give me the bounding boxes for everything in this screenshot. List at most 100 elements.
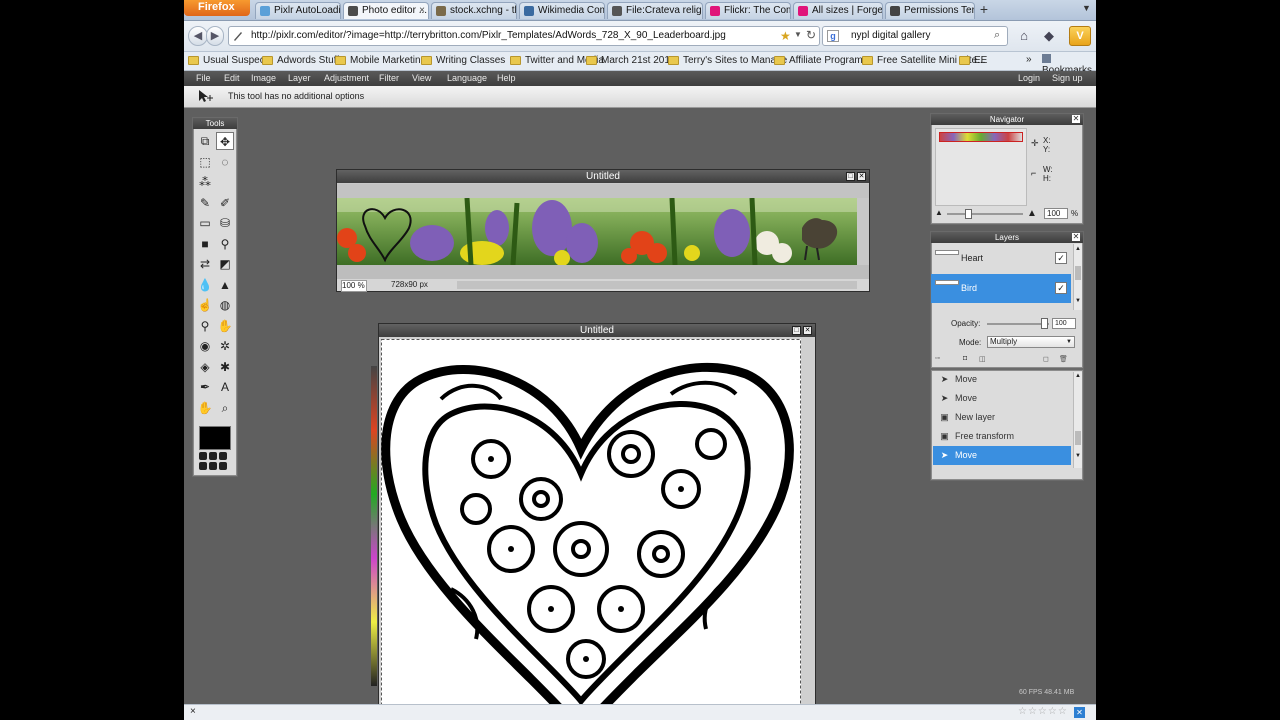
- google-search-engine-icon[interactable]: g: [827, 30, 839, 42]
- zoom-slider-track[interactable]: [947, 213, 1023, 215]
- login-link[interactable]: Login: [1018, 72, 1040, 85]
- pencil-tool-icon[interactable]: ✎: [196, 194, 214, 212]
- bookmark-star-icon[interactable]: ★: [780, 29, 791, 43]
- menu-item[interactable]: File: [196, 72, 211, 85]
- addon-status-icon[interactable]: ✕: [1074, 707, 1085, 718]
- bookmark-folder[interactable]: EE: [959, 54, 987, 68]
- bookmarks-overflow-icon[interactable]: »: [1026, 54, 1032, 65]
- close-icon[interactable]: ✕: [803, 326, 812, 335]
- new-tab-button[interactable]: +: [976, 2, 992, 18]
- navigator-preview[interactable]: [935, 128, 1027, 206]
- spot-heal-icon[interactable]: ✲: [216, 337, 234, 355]
- scroll-down-icon[interactable]: ▼: [1074, 453, 1082, 459]
- zoom-field[interactable]: 100 %: [341, 280, 367, 292]
- sharpen-tool-icon[interactable]: ▲: [216, 276, 234, 294]
- heart-image[interactable]: [381, 339, 801, 719]
- history-item[interactable]: ➤ Move: [933, 446, 1071, 465]
- close-icon[interactable]: ✕: [1072, 115, 1080, 123]
- blend-mode-select[interactable]: Multiply ▼: [987, 336, 1075, 348]
- color-picker-icon[interactable]: ✒: [196, 378, 214, 396]
- browser-tab[interactable]: Pixlr AutoLoadin...: [255, 2, 341, 19]
- preset-dot[interactable]: [209, 462, 217, 470]
- scroll-up-icon[interactable]: ▲: [1074, 246, 1082, 252]
- home-icon[interactable]: ⌂: [1014, 26, 1034, 46]
- close-icon[interactable]: ✕: [1072, 233, 1080, 241]
- blank-tool-slot[interactable]: [216, 173, 234, 191]
- opacity-slider-thumb[interactable]: [1040, 318, 1048, 329]
- layer-settings-icon[interactable]: ▫▫: [935, 355, 940, 362]
- new-layer-icon[interactable]: ◻: [1043, 355, 1049, 363]
- search-input[interactable]: nypl digital gallery: [822, 26, 1008, 46]
- scroll-thumb[interactable]: [1075, 431, 1081, 445]
- lasso-tool-icon[interactable]: ◌: [216, 153, 234, 171]
- bookmark-folder[interactable]: Terry's Sites to Manage: [668, 54, 787, 68]
- heart-document-window[interactable]: Untitled □ ✕: [371, 323, 816, 720]
- heart-window-titlebar[interactable]: Untitled □ ✕: [379, 324, 815, 337]
- paint-bucket-icon[interactable]: ⛁: [216, 214, 234, 232]
- opacity-slider-track[interactable]: [987, 323, 1049, 325]
- sponge-tool-icon[interactable]: ◍: [216, 296, 234, 314]
- zoom-slider-thumb[interactable]: [965, 209, 972, 219]
- bookmark-folder[interactable]: Adwords Stuff: [262, 54, 339, 68]
- close-tab-icon[interactable]: ×: [419, 3, 425, 18]
- pinch-tool-icon[interactable]: ✱: [216, 358, 234, 376]
- history-item[interactable]: ➤ Move: [933, 389, 1071, 408]
- brush-tool-icon[interactable]: ✐: [216, 194, 234, 212]
- tab-list-dropdown-icon[interactable]: ▼: [1082, 3, 1091, 13]
- zoom-in-icon[interactable]: ▲: [1027, 208, 1037, 219]
- scroll-down-icon[interactable]: ▼: [1074, 298, 1082, 304]
- back-button[interactable]: ◀: [188, 26, 208, 46]
- color-swatch[interactable]: [199, 426, 231, 450]
- layer-mask-icon[interactable]: ◘: [963, 355, 967, 362]
- eraser-tool-icon[interactable]: ▭: [196, 214, 214, 232]
- browser-tab[interactable]: All sizes | Forget ...: [793, 2, 883, 19]
- menu-item[interactable]: Edit: [224, 72, 240, 85]
- layer-row[interactable]: Bird ✓: [931, 274, 1071, 303]
- rating-stars[interactable]: ☆☆☆☆☆: [1018, 706, 1068, 717]
- layer-style-icon[interactable]: ◫: [979, 355, 986, 363]
- browser-tab[interactable]: Permissions Ter...: [885, 2, 975, 19]
- zoom-input[interactable]: 100: [1044, 208, 1068, 219]
- bloat-tool-icon[interactable]: ◈: [196, 358, 214, 376]
- close-findbar-icon[interactable]: ×: [190, 706, 196, 717]
- smudge-tool-icon[interactable]: ☝: [196, 296, 214, 314]
- menu-item[interactable]: Adjustment: [324, 72, 369, 85]
- url-dropdown-icon[interactable]: ▼: [794, 30, 802, 39]
- marquee-tool-icon[interactable]: ⬚: [196, 153, 214, 171]
- preset-dot[interactable]: [219, 462, 227, 470]
- forward-button[interactable]: ▶: [206, 26, 224, 46]
- history-item[interactable]: ▣ Free transform: [933, 427, 1071, 446]
- menu-item[interactable]: Help: [497, 72, 516, 85]
- menu-item[interactable]: Image: [251, 72, 276, 85]
- crop-tool-icon[interactable]: ⧉: [196, 132, 214, 150]
- banner-image[interactable]: [337, 198, 857, 265]
- scroll-up-icon[interactable]: ▲: [1074, 373, 1082, 379]
- dodge-tool-icon[interactable]: ⚲: [196, 317, 214, 335]
- close-icon[interactable]: ✕: [857, 172, 866, 181]
- banner-window-titlebar[interactable]: Untitled □ ✕: [337, 170, 869, 183]
- layer-visibility-checkbox[interactable]: ✓: [1055, 252, 1067, 264]
- bookmark-folder[interactable]: Mobile Marketing: [335, 54, 426, 68]
- history-item[interactable]: ➤ Move: [933, 370, 1071, 389]
- browser-tab[interactable]: Flickr: The Com...: [705, 2, 791, 19]
- blur-tool-icon[interactable]: 💧: [196, 276, 214, 294]
- search-icon[interactable]: ⌕: [994, 29, 1000, 42]
- browser-tab[interactable]: Wikimedia Com...: [519, 2, 605, 19]
- burn-tool-icon[interactable]: ✋: [216, 317, 234, 335]
- red-eye-tool-icon[interactable]: ◉: [196, 337, 214, 355]
- bookmark-folder[interactable]: Affiliate Programs: [774, 54, 868, 68]
- layer-row[interactable]: Heart ✓: [931, 244, 1071, 273]
- browser-tab[interactable]: File:Crateva religi...: [607, 2, 703, 19]
- maximize-icon[interactable]: □: [846, 172, 855, 181]
- clone-stamp-icon[interactable]: ⚲: [216, 235, 234, 253]
- maximize-icon[interactable]: □: [792, 326, 801, 335]
- delete-layer-icon[interactable]: 🗑: [1059, 355, 1068, 363]
- bookmark-folder[interactable]: Usual Suspects: [188, 54, 272, 68]
- signup-link[interactable]: Sign up: [1052, 72, 1083, 85]
- preset-dot[interactable]: [209, 452, 217, 460]
- browser-tab[interactable]: stock.xchng - th...: [431, 2, 517, 19]
- hand-tool-icon[interactable]: ✋: [196, 399, 214, 417]
- layer-visibility-checkbox[interactable]: ✓: [1055, 282, 1067, 294]
- gradient-tool-icon[interactable]: ■: [196, 235, 214, 253]
- preset-dot[interactable]: [199, 462, 207, 470]
